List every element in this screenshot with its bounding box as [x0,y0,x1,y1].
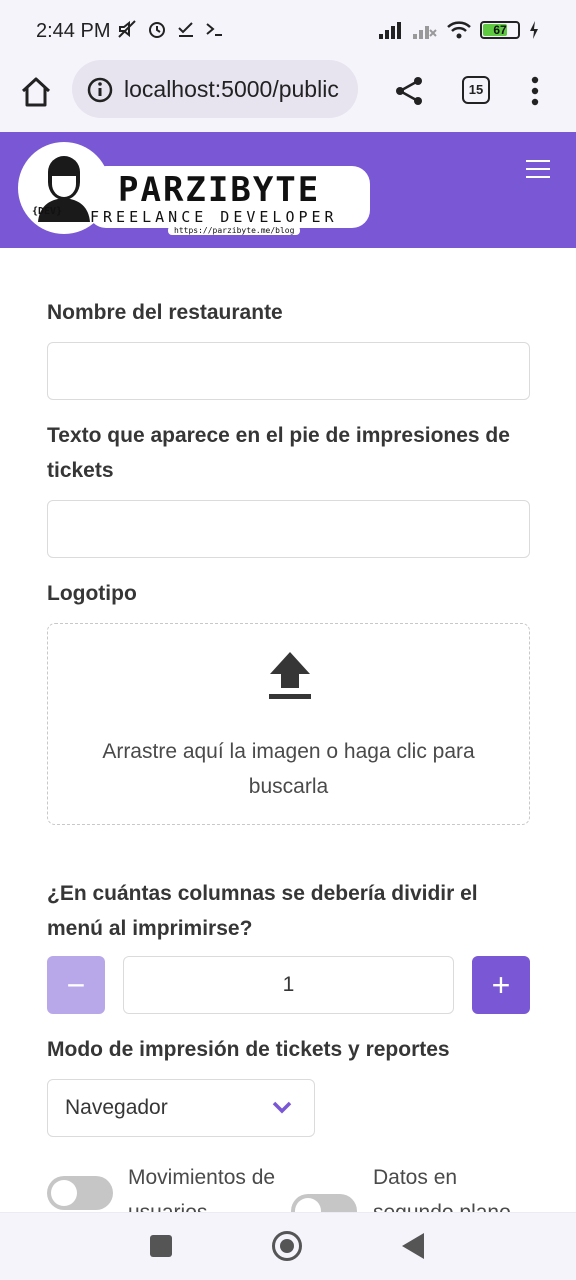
mute-icon [118,20,136,38]
hamburger-menu-icon[interactable] [526,160,550,178]
logo-dropzone[interactable]: Arrastre aquí la imagen o haga clic para… [47,623,530,825]
print-mode-value: Navegador [65,1096,168,1119]
back-button[interactable] [402,1233,424,1259]
columns-stepper: − 1 + [47,956,530,1014]
status-time: 2:44 PM [36,20,111,42]
wifi-icon [447,21,471,39]
alarm-icon [149,22,165,38]
print-mode-select[interactable]: Navegador [47,1079,315,1137]
columns-input[interactable]: 1 [123,956,454,1014]
battery-level: 67 [493,23,507,37]
system-nav-bar [0,1212,576,1280]
menu-columns-label: ¿En cuántas columnas se debería dividir … [47,882,478,940]
background-data-toggle[interactable] [291,1194,357,1212]
charging-icon [530,21,538,39]
more-vert-icon[interactable] [522,74,548,108]
logo-url: https://parzibyte.me/blog [168,226,301,235]
logo-label: Logotipo [47,582,137,605]
brand-logo[interactable]: {DEV} PARZIBYTE FREELANCE DEVELOPER http… [18,142,370,240]
url-text[interactable]: localhost:5000/public [124,76,350,103]
user-movements-label: Movimientos de usuarios [128,1166,276,1212]
site-navbar: {DEV} PARZIBYTE FREELANCE DEVELOPER http… [0,132,576,248]
restaurant-name-label: Nombre del restaurante [47,301,283,324]
logo-dev-badge: {DEV} [32,206,63,217]
upload-icon [269,652,311,699]
increase-columns-button[interactable]: + [472,956,530,1014]
signal-icon [379,22,401,39]
user-movements-toggle[interactable] [47,1176,113,1210]
settings-form: Nombre del restaurante Texto que aparece… [47,248,530,1137]
status-left-icons [116,18,224,40]
ticket-footer-label: Texto que aparece en el pie de impresion… [47,424,510,482]
check-icon [178,22,193,37]
background-data-label: Datos en segundo plano [373,1166,511,1212]
decrease-columns-button[interactable]: − [47,956,105,1014]
chevron-down-icon [272,1101,292,1114]
status-right-icons: 67 [378,20,540,40]
recents-button[interactable] [150,1235,172,1257]
tab-switcher-button[interactable]: 15 [462,76,490,104]
signal-off-icon [413,26,437,39]
logo-subtitle: FREELANCE DEVELOPER [90,208,338,226]
info-icon[interactable] [86,76,114,104]
ticket-footer-input[interactable] [47,500,530,558]
status-bar: 2:44 PM 67 [0,0,576,60]
dropzone-text: Arrastre aquí la imagen o haga clic para… [102,740,475,798]
share-icon[interactable] [392,74,426,108]
toggle-row: Movimientos de usuarios Datos en segundo… [47,1160,530,1212]
battery-icon: 67 [480,21,520,39]
browser-toolbar: localhost:5000/public 15 [0,60,576,132]
print-mode-label: Modo de impresión de tickets y reportes [47,1038,450,1061]
logo-title: PARZIBYTE [118,170,321,210]
terminal-icon [206,23,222,36]
address-bar[interactable]: localhost:5000/public [72,60,358,118]
home-icon[interactable] [18,74,54,110]
restaurant-name-input[interactable] [47,342,530,400]
home-button[interactable] [272,1231,302,1261]
